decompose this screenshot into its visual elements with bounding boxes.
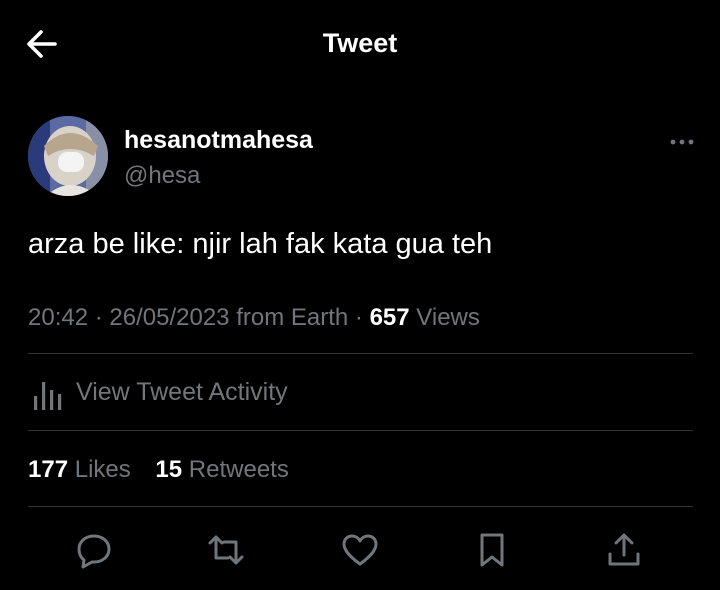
more-options-button[interactable] [668, 134, 698, 150]
divider [28, 506, 693, 507]
likes-count: 177 [28, 456, 69, 483]
retweet-icon [208, 535, 244, 565]
views-label: Views [416, 304, 480, 331]
ellipsis-icon [670, 139, 694, 145]
author-display-name[interactable]: hesanotmahesa [124, 126, 313, 155]
divider [28, 430, 693, 431]
bookmark-button[interactable] [472, 530, 512, 570]
likes-label: Likes [74, 456, 131, 483]
profile-photo [28, 116, 108, 196]
heart-icon [342, 534, 378, 566]
retweets-count: 15 [155, 456, 183, 483]
reply-bubble-icon [77, 534, 111, 569]
tweet-time[interactable]: 20:42 [28, 304, 88, 331]
likes-stat[interactable]: 177 Likes [28, 456, 131, 484]
tweet-meta: 20:42 · 26/05/2023 from Earth · 657 View… [28, 304, 480, 332]
tweet-date[interactable]: 26/05/2023 [109, 304, 229, 331]
retweet-button[interactable] [206, 530, 246, 570]
retweets-stat[interactable]: 15 Retweets [155, 456, 288, 484]
meta-separator: · [354, 304, 363, 331]
activity-label: View Tweet Activity [76, 378, 288, 406]
like-button[interactable] [340, 530, 380, 570]
meta-separator: · [94, 304, 103, 331]
view-tweet-activity-button[interactable]: View Tweet Activity [28, 372, 693, 416]
avatar[interactable] [28, 116, 108, 196]
views-count: 657 [369, 304, 410, 331]
bookmark-icon [480, 533, 504, 567]
tweet-detail-screen: Tweet hesanotmahesa @hesa arza be like: … [0, 0, 720, 590]
page-title: Tweet [322, 28, 398, 58]
retweets-label: Retweets [188, 456, 289, 483]
share-icon [608, 533, 640, 566]
bar-chart-icon [34, 382, 62, 410]
reply-button[interactable] [74, 530, 114, 570]
divider [28, 353, 693, 354]
engagement-stats: 177 Likes 15 Retweets [28, 456, 289, 484]
tweet-source: from Earth [236, 304, 349, 331]
header-bar: Tweet [0, 0, 720, 90]
share-button[interactable] [604, 530, 644, 570]
tweet-text: arza be like: njir lah fak kata gua teh [28, 228, 493, 260]
author-handle[interactable]: @hesa [124, 162, 200, 190]
